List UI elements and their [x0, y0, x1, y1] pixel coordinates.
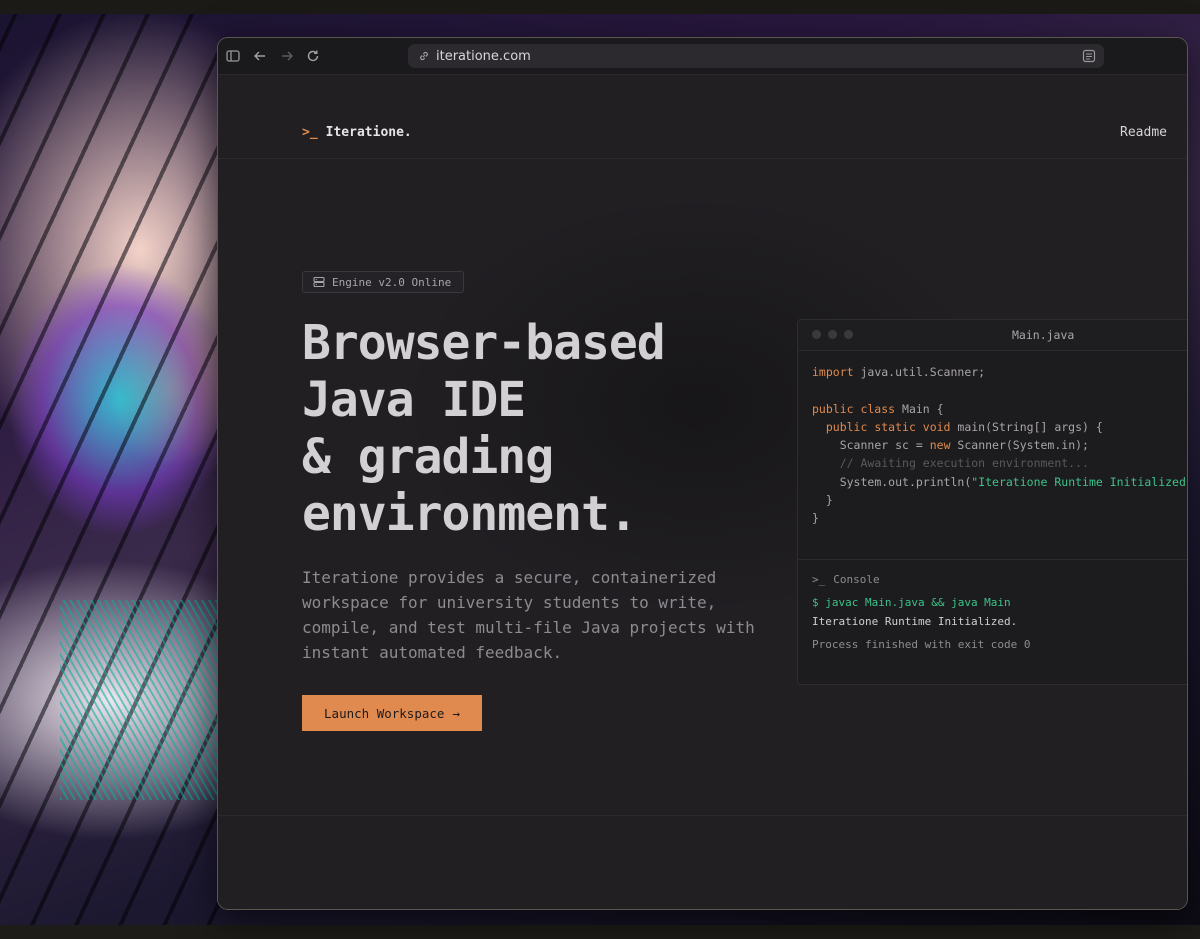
- code-line: public class Main {: [812, 400, 1187, 418]
- forward-arrow-icon[interactable]: [278, 47, 296, 65]
- wallpaper-art-stripes: [60, 600, 220, 800]
- editor-filename: Main.java: [1012, 328, 1075, 342]
- code-block: import java.util.Scanner; public class M…: [798, 351, 1188, 559]
- console-panel: >_ Console $ javac Main.java && java Mai…: [798, 559, 1187, 664]
- launch-workspace-button[interactable]: Launch Workspace →: [302, 695, 482, 731]
- reader-icon[interactable]: [1082, 49, 1096, 63]
- editor-titlebar: Main.java: [798, 320, 1187, 351]
- code-text: Main {: [895, 401, 944, 416]
- code-line: }: [812, 491, 1187, 509]
- code-line: System.out.println("Iteratione Runtime I…: [812, 473, 1188, 491]
- code-keyword: public static void: [825, 419, 951, 434]
- code-keyword: import: [812, 365, 854, 379]
- site-logo[interactable]: >_ Iteratione.: [302, 125, 412, 140]
- window-dot-icon: [844, 330, 853, 339]
- console-exit-status: Process finished with exit code 0: [812, 638, 1031, 651]
- code-line: Scanner sc = new Scanner(System.in);: [812, 436, 1187, 454]
- code-keyword: public class: [812, 401, 896, 416]
- reload-icon[interactable]: [304, 47, 322, 65]
- terminal-prompt-icon: >_: [302, 125, 318, 140]
- browser-window: iteratione.com >_ Iteratione. Readme Eng…: [217, 37, 1188, 910]
- link-icon: [418, 50, 430, 62]
- hero-title-line: & grading: [302, 429, 554, 485]
- code-text: }: [812, 511, 819, 526]
- code-text: java.util.Scanner;: [853, 365, 986, 379]
- terminal-prompt-icon: >_: [812, 573, 826, 586]
- window-dot-icon: [812, 330, 821, 339]
- screen-top-edge: [0, 0, 1200, 14]
- code-text: main(String[] args) {: [950, 419, 1103, 434]
- hero-title: Browser-based Java IDE & grading environ…: [302, 315, 762, 543]
- status-badge-text: Engine v2.0 Online: [332, 275, 452, 289]
- screen-bottom-edge: [0, 925, 1200, 939]
- launch-workspace-label: Launch Workspace: [324, 705, 445, 721]
- status-badge: Engine v2.0 Online: [302, 271, 465, 293]
- code-line: // Awaiting execution environment...: [812, 454, 1187, 472]
- site-header: >_ Iteratione. Readme: [218, 75, 1187, 159]
- console-label: Console: [833, 573, 880, 586]
- section-divider: [218, 815, 1187, 816]
- window-dot-icon: [828, 330, 837, 339]
- address-bar-url: iteratione.com: [436, 48, 531, 64]
- browser-toolbar: iteratione.com: [218, 38, 1187, 75]
- readme-link[interactable]: Readme: [1120, 125, 1167, 140]
- console-command: $ javac Main.java && java Main: [812, 596, 1011, 609]
- server-icon: [313, 276, 325, 288]
- console-output: Iteratione Runtime Initialized.: [812, 615, 1018, 628]
- arrow-right-icon: →: [452, 705, 460, 721]
- sidebar-icon[interactable]: [224, 47, 242, 65]
- code-comment: // Awaiting execution environment...: [839, 456, 1089, 471]
- code-text: Scanner sc =: [839, 438, 930, 453]
- code-text: }: [825, 493, 833, 508]
- hero-title-line: Browser-based: [302, 315, 666, 371]
- code-line: public static void main(String[] args) {: [812, 418, 1187, 436]
- web-page: >_ Iteratione. Readme Engine v2.0 Online…: [218, 75, 1187, 909]
- code-text: Scanner(System.in);: [950, 438, 1089, 453]
- code-editor-preview: Main.java import java.util.Scanner; publ…: [797, 319, 1188, 685]
- hero-title-line: Java IDE: [302, 372, 526, 428]
- code-line: }: [812, 509, 1187, 527]
- code-keyword: new: [929, 438, 951, 453]
- site-logo-text: Iteratione.: [325, 125, 412, 140]
- code-text: System.out.println(: [839, 474, 972, 489]
- code-line: import java.util.Scanner;: [812, 363, 1187, 381]
- hero-description: Iteratione provides a secure, containeri…: [302, 568, 755, 662]
- back-arrow-icon[interactable]: [251, 47, 269, 65]
- hero-title-line: environment.: [302, 486, 638, 542]
- address-bar[interactable]: iteratione.com: [408, 44, 1104, 68]
- console-header: >_ Console: [812, 570, 1184, 589]
- code-string: "Iteratione Runtime Initialized.: [971, 474, 1188, 489]
